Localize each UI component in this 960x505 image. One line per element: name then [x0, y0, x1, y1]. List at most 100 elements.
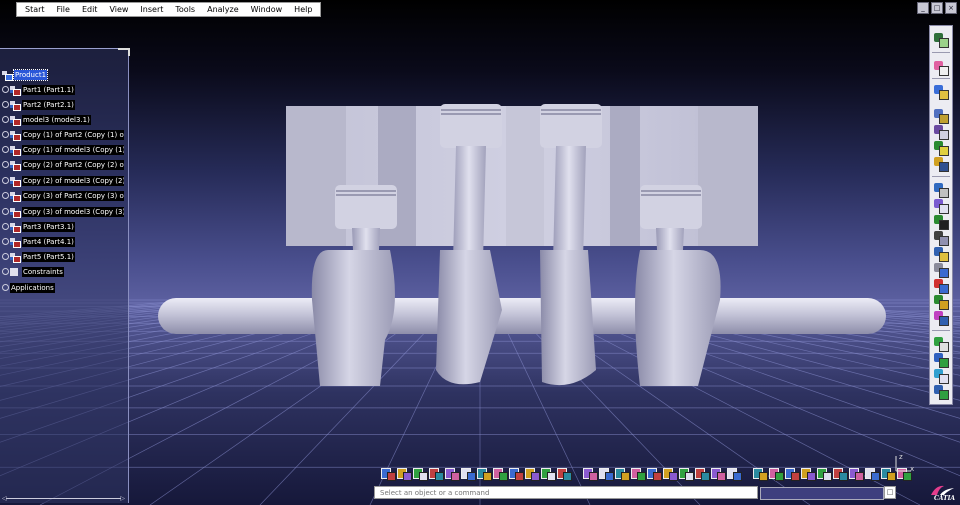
fly-mode-icon[interactable]: [381, 466, 396, 481]
tree-node[interactable]: Copy (3) of Part2 (Copy (3) of Pa: [2, 190, 124, 202]
shading-icon[interactable]: [525, 466, 540, 481]
tree-expander[interactable]: [2, 238, 9, 245]
bill-of-material-icon[interactable]: [933, 352, 949, 368]
menu-view[interactable]: View: [103, 3, 134, 16]
fix-icon[interactable]: [933, 108, 949, 124]
tree-label[interactable]: Copy (2) of Part2 (Copy (2) of Pa: [22, 159, 124, 170]
existing-component-icon[interactable]: [631, 466, 646, 481]
manage-representations-icon[interactable]: [711, 466, 726, 481]
tree-expander[interactable]: [2, 161, 9, 168]
menu-tools[interactable]: Tools: [169, 3, 201, 16]
tree-expander[interactable]: [2, 131, 9, 138]
menu-window[interactable]: Window: [245, 3, 289, 16]
tree-expander[interactable]: [2, 223, 9, 230]
stop-manipulate-icon[interactable]: [817, 466, 832, 481]
angle-icon[interactable]: [933, 246, 949, 262]
tree-node[interactable]: Part4 (Part4.1): [2, 236, 75, 248]
tree-expander[interactable]: [2, 284, 9, 291]
tree-expander[interactable]: [2, 177, 9, 184]
manipulate-icon[interactable]: [933, 140, 949, 156]
measure-icon[interactable]: [933, 294, 949, 310]
restore-icon[interactable]: □: [931, 2, 943, 14]
tree-label[interactable]: Part1 (Part1.1): [22, 84, 75, 95]
rotate-icon[interactable]: [429, 466, 444, 481]
fit-all-icon[interactable]: [397, 466, 412, 481]
sectioning-icon[interactable]: [849, 466, 864, 481]
menu-analyze[interactable]: Analyze: [201, 3, 245, 16]
clash-icon[interactable]: [833, 466, 848, 481]
section-icon[interactable]: [933, 368, 949, 384]
zoom-out-icon[interactable]: [461, 466, 476, 481]
multi-view-icon[interactable]: [493, 466, 508, 481]
graph-tree-icon[interactable]: [663, 466, 678, 481]
explode-icon[interactable]: [933, 156, 949, 172]
tree-node[interactable]: Copy (2) of Part2 (Copy (2) of Pa: [2, 159, 124, 171]
hide-show-icon[interactable]: [541, 466, 556, 481]
distance-icon[interactable]: [865, 466, 880, 481]
tree-expander[interactable]: [2, 146, 9, 153]
menu-file[interactable]: File: [51, 3, 76, 16]
tree-node-constraints[interactable]: Constraints: [2, 266, 64, 277]
tree-label[interactable]: Part5 (Part5.1): [22, 251, 75, 262]
command-input[interactable]: [374, 486, 758, 499]
generate-numbering-icon[interactable]: [679, 466, 694, 481]
tree-label[interactable]: Copy (1) of model3 (Copy (1) of: [22, 144, 124, 155]
tree-node[interactable]: Copy (2) of model3 (Copy (2) of: [2, 175, 124, 187]
explode-icon[interactable]: [801, 466, 816, 481]
tree-label[interactable]: Part3 (Part3.1): [22, 221, 75, 232]
tree-expander[interactable]: [2, 268, 9, 275]
update-icon[interactable]: [933, 278, 949, 294]
tree-label[interactable]: Applications: [10, 282, 55, 293]
coincidence-icon[interactable]: [933, 198, 949, 214]
new-component-icon[interactable]: [583, 466, 598, 481]
minimize-icon[interactable]: _: [917, 2, 929, 14]
normal-view-icon[interactable]: [477, 466, 492, 481]
tree-node[interactable]: Copy (1) of Part2 (Copy (1) of Pa: [2, 129, 124, 141]
fix-together-icon[interactable]: [933, 124, 949, 140]
tree-label[interactable]: Copy (2) of model3 (Copy (2) of: [22, 175, 124, 186]
swap-visible-icon[interactable]: [557, 466, 572, 481]
replace-component-icon[interactable]: [647, 466, 662, 481]
scene-icon[interactable]: [933, 384, 949, 400]
tree-expander[interactable]: [2, 192, 9, 199]
tree-node[interactable]: Copy (3) of model3 (Copy (3) of: [2, 206, 124, 218]
tree-expander[interactable]: [2, 86, 9, 93]
menu-start[interactable]: Start: [19, 3, 51, 16]
close-icon[interactable]: ×: [945, 2, 957, 14]
multi-instantiation-icon[interactable]: [727, 466, 742, 481]
manipulation-icon[interactable]: [769, 466, 784, 481]
tree-node[interactable]: model3 (model3.1): [2, 114, 91, 126]
compass-axis[interactable]: z x: [893, 453, 915, 475]
tree-node[interactable]: Part2 (Part2.1): [2, 99, 75, 111]
menu-edit[interactable]: Edit: [76, 3, 104, 16]
command-list-button[interactable]: □: [884, 486, 896, 499]
tree-label[interactable]: Part2 (Part2.1): [22, 99, 75, 110]
tree-node[interactable]: Part3 (Part3.1): [2, 221, 75, 233]
selective-load-icon[interactable]: [695, 466, 710, 481]
tree-label-product1[interactable]: Product1: [12, 68, 49, 81]
tree-label[interactable]: Constraints: [22, 266, 64, 277]
tree-label[interactable]: Copy (3) of Part2 (Copy (3) of Pa: [22, 190, 124, 201]
pan-icon[interactable]: [413, 466, 428, 481]
select-arrow-icon[interactable]: [933, 60, 949, 76]
tree-expander[interactable]: [2, 101, 9, 108]
new-part-icon[interactable]: [615, 466, 630, 481]
reuse-pattern-icon[interactable]: [933, 262, 949, 278]
tree-node[interactable]: Part1 (Part1.1): [2, 84, 75, 96]
offset-icon[interactable]: [933, 230, 949, 246]
tree-label[interactable]: Copy (3) of model3 (Copy (3) of: [22, 206, 124, 217]
constraint-icon[interactable]: [933, 182, 949, 198]
tree-expander[interactable]: [2, 208, 9, 215]
tree-label[interactable]: Part4 (Part4.1): [22, 236, 75, 247]
smart-move-icon[interactable]: [753, 466, 768, 481]
tree-horizontal-scrollbar[interactable]: ◁ ▷: [2, 496, 125, 502]
catalog-icon[interactable]: [933, 336, 949, 352]
zoom-in-icon[interactable]: [445, 466, 460, 481]
menu-help[interactable]: Help: [288, 3, 318, 16]
tree-label[interactable]: Copy (1) of Part2 (Copy (1) of Pa: [22, 129, 124, 140]
clash-icon[interactable]: [933, 310, 949, 326]
snap-icon[interactable]: [785, 466, 800, 481]
tree-node-applications[interactable]: Applications: [2, 282, 55, 293]
scroll-right-icon[interactable]: ▷: [120, 496, 125, 502]
scroll-left-icon[interactable]: ◁: [2, 496, 7, 502]
